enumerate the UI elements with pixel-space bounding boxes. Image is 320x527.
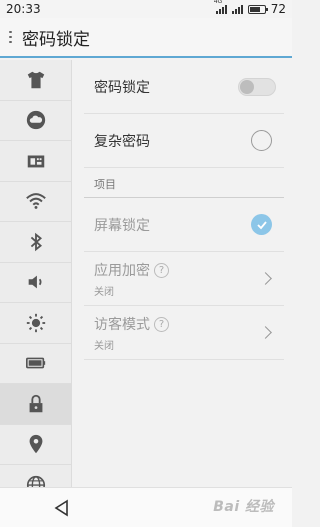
- status-icons: 4G 72: [214, 0, 286, 16]
- app-encryption-status: 关闭: [94, 286, 114, 298]
- status-bar: 20:33 4G 72: [0, 0, 292, 18]
- battery-icon: [25, 357, 45, 369]
- checkmark-icon: [256, 220, 267, 229]
- settings-panel: 密码锁定 复杂密码 项目 屏幕锁定 应用加密? 关闭 访客模式? 关闭: [84, 60, 284, 360]
- shirt-icon: [27, 71, 44, 88]
- sidebar-item-sim[interactable]: [0, 141, 71, 182]
- toggle-knob: [240, 79, 254, 94]
- guest-mode-title: 访客模式?: [94, 314, 169, 334]
- password-lock-row[interactable]: 密码锁定: [84, 60, 284, 114]
- section-header: 项目: [84, 168, 284, 198]
- app-encryption-labels: 应用加密? 关闭: [84, 260, 169, 298]
- sidebar-item-security[interactable]: [0, 384, 71, 425]
- signal-icon: [231, 4, 243, 14]
- chevron-right-icon: [259, 326, 272, 339]
- network-type-label: 4G: [213, 0, 223, 5]
- app-encryption-row[interactable]: 应用加密? 关闭: [84, 252, 284, 306]
- sidebar-item-location[interactable]: [0, 425, 71, 465]
- guest-mode-labels: 访客模式? 关闭: [84, 314, 169, 352]
- signal-4g-icon: 4G: [214, 0, 227, 14]
- help-icon[interactable]: ?: [154, 262, 169, 278]
- screen-lock-row[interactable]: 屏幕锁定: [84, 198, 284, 252]
- complex-password-label: 复杂密码: [94, 133, 150, 150]
- cloud-icon: [26, 111, 45, 130]
- bluetooth-icon: [30, 232, 42, 251]
- volume-icon: [28, 275, 41, 289]
- password-lock-label: 密码锁定: [94, 79, 150, 96]
- sidebar-item-sound[interactable]: [0, 263, 71, 303]
- sidebar-item-cloud[interactable]: [0, 101, 71, 141]
- watermark: Bai 经验: [213, 499, 274, 515]
- brightness-icon: [26, 313, 45, 332]
- sidebar-item-bluetooth[interactable]: [0, 222, 71, 263]
- sidebar-item-language[interactable]: [0, 465, 71, 487]
- back-icon[interactable]: [52, 498, 72, 518]
- title-bar: 密码锁定: [0, 18, 292, 58]
- screen-lock-check[interactable]: [251, 214, 272, 235]
- sidebar-item-battery[interactable]: [0, 344, 71, 384]
- chevron-right-icon: [259, 272, 272, 285]
- globe-icon: [26, 475, 45, 487]
- wifi-icon: [25, 193, 46, 210]
- password-lock-toggle[interactable]: [238, 77, 276, 96]
- help-icon[interactable]: ?: [154, 316, 169, 332]
- sidebar-item-wifi[interactable]: [0, 182, 71, 222]
- app-encryption-title: 应用加密?: [94, 260, 169, 280]
- sim-card-icon: [27, 155, 44, 168]
- battery-icon: [247, 4, 268, 14]
- battery-fill: [249, 6, 260, 12]
- location-icon: [29, 435, 42, 454]
- guest-mode-row[interactable]: 访客模式? 关闭: [84, 306, 284, 360]
- app-encryption-label: 应用加密: [94, 262, 150, 279]
- sidebar-item-display[interactable]: [0, 303, 71, 344]
- menu-icon[interactable]: [6, 30, 16, 44]
- status-time: 20:33: [6, 2, 41, 16]
- lock-icon: [29, 394, 42, 412]
- guest-mode-label: 访客模式: [94, 316, 150, 333]
- complex-password-radio[interactable]: [251, 130, 272, 151]
- battery-percent: 72: [270, 2, 286, 16]
- guest-mode-status: 关闭: [94, 340, 114, 352]
- sidebar-item-theme[interactable]: [0, 60, 71, 101]
- page-title: 密码锁定: [22, 29, 90, 50]
- sidebar: [0, 60, 72, 487]
- navigation-bar: Bai 经验: [0, 487, 292, 527]
- screen-lock-label: 屏幕锁定: [94, 217, 150, 234]
- complex-password-row[interactable]: 复杂密码: [84, 114, 284, 168]
